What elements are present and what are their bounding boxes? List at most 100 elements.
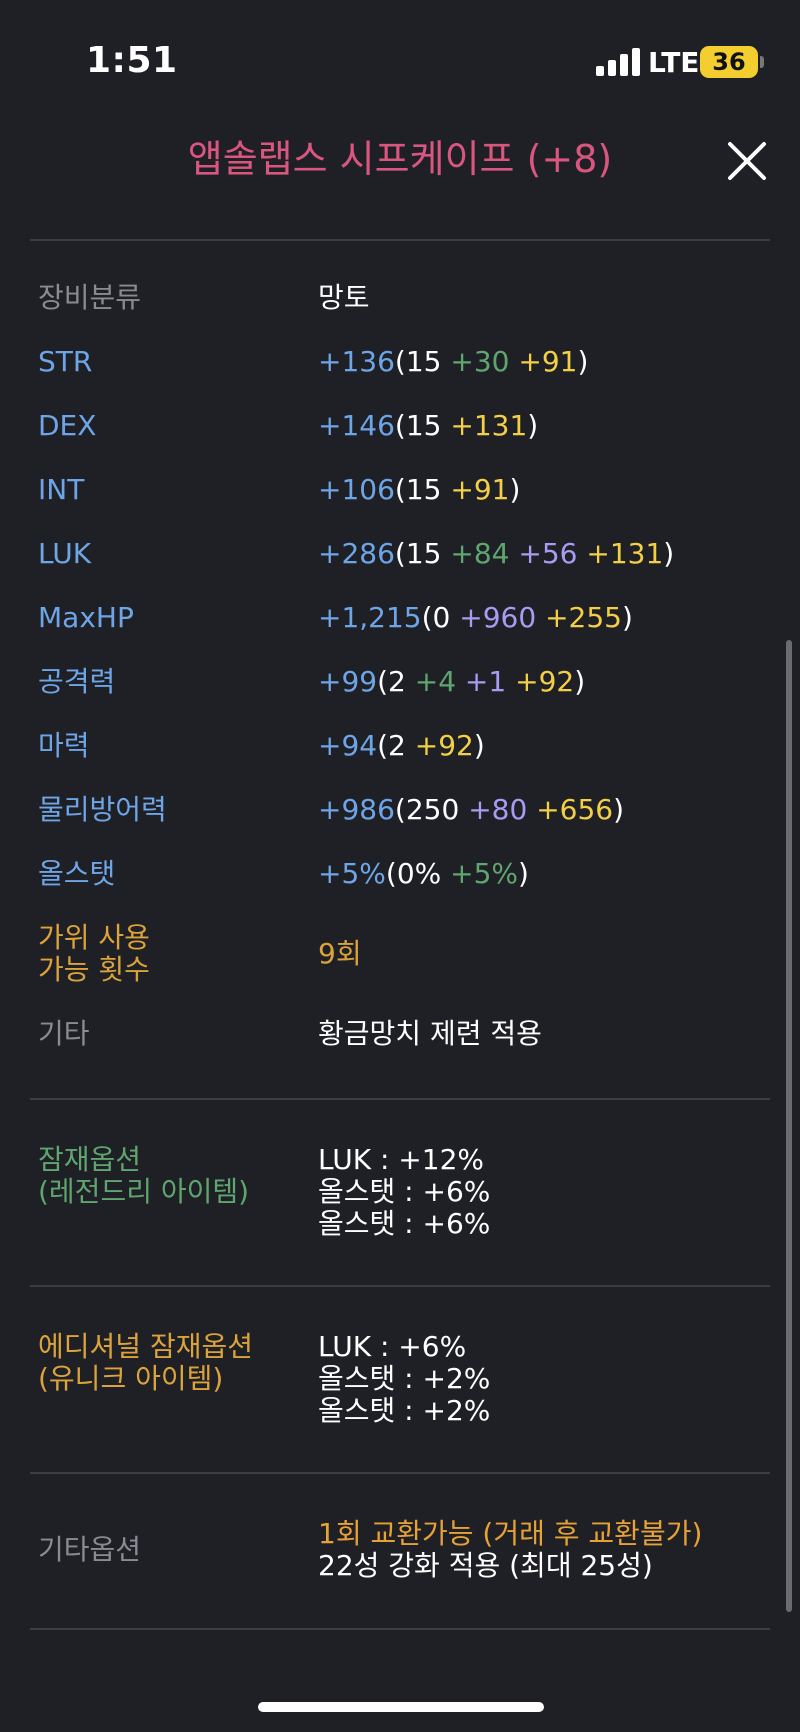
stat-value-segment: (15: [394, 473, 451, 506]
stat-value-segment: +94: [318, 729, 378, 762]
stat-value: +136(15 +30 +91): [318, 346, 588, 378]
additional-potential-line: 올스탯 : +2%: [318, 1362, 491, 1395]
stat-value-segment: +1,215: [318, 601, 422, 634]
stat-value-segment: [506, 665, 515, 698]
divider: [30, 239, 770, 241]
stat-label: MaxHP: [38, 601, 134, 634]
divider: [30, 1098, 770, 1100]
stat-value-segment: (0: [421, 601, 460, 634]
stat-label: 마력: [38, 729, 90, 762]
stat-value-segment: 9회: [318, 937, 362, 970]
stat-value: +286(15 +84 +56 +131): [318, 538, 674, 570]
potential-line: 올스탯 : +6%: [318, 1207, 491, 1240]
additional-potential-line: LUK : +6%: [318, 1330, 467, 1363]
stat-value-segment: +56: [518, 537, 578, 570]
additional-potential-label: 에디셔널 잠재옵션 (유니크 아이템): [38, 1330, 253, 1395]
stat-value: 황금망치 제련 적용: [318, 1018, 542, 1050]
stat-value-segment: +255: [545, 601, 622, 634]
stat-label: DEX: [38, 409, 97, 442]
exchange-info: 1회 교환가능 (거래 후 교환불가): [318, 1517, 703, 1550]
stat-value-segment: +146: [318, 409, 395, 442]
stat-value-segment: ): [473, 729, 485, 762]
divider: [30, 1472, 770, 1474]
stat-value-segment: +84: [450, 537, 510, 570]
stat-value-segment: [456, 665, 465, 698]
stat-label: LUK: [38, 537, 92, 570]
stat-label: STR: [38, 345, 93, 378]
stat-label: 기타: [38, 1017, 90, 1050]
stat-value: +106(15 +91): [318, 474, 520, 506]
stat-value-segment: +5%: [450, 857, 519, 890]
status-time: 1:51: [86, 40, 178, 81]
stat-value-segment: (0%: [385, 857, 451, 890]
stat-value: +5%(0% +5%): [318, 858, 529, 890]
stat-label: 공격력: [38, 665, 116, 698]
stat-value-segment: ): [577, 345, 589, 378]
stat-value-segment: 망토: [318, 281, 370, 314]
stat-value: +1,215(0 +960 +255): [318, 602, 633, 634]
stat-label: INT: [38, 473, 85, 506]
stat-value-segment: +136: [318, 345, 395, 378]
status-bar: 1:51 LTE 36: [0, 0, 800, 110]
stat-value-segment: (250: [394, 793, 469, 826]
stat-value-segment: 황금망치 제련 적용: [318, 1017, 542, 1050]
etc-options-label: 기타옵션: [38, 1533, 142, 1566]
stat-value-segment: +131: [450, 409, 528, 442]
stat-value-segment: (15: [394, 345, 451, 378]
stat-value-segment: (2: [377, 665, 415, 698]
potential-line: 올스탯 : +6%: [318, 1175, 491, 1208]
stat-value-segment: ): [527, 409, 539, 442]
stat-value-segment: (15: [394, 537, 451, 570]
stat-value-segment: ): [613, 793, 625, 826]
stat-label: 올스탯: [38, 857, 116, 890]
stat-value-segment: +986: [318, 793, 395, 826]
stat-value-segment: +91: [518, 345, 578, 378]
stat-value-segment: (2: [377, 729, 415, 762]
battery-icon: 36: [700, 46, 758, 78]
stat-value-segment: +106: [318, 473, 395, 506]
close-icon[interactable]: [722, 136, 772, 186]
network-label: LTE: [648, 46, 700, 79]
stat-value-segment: ): [518, 857, 529, 890]
stat-value-segment: +5%: [318, 857, 386, 890]
stat-value-segment: ): [574, 665, 586, 698]
stat-value-segment: +286: [318, 537, 395, 570]
home-indicator[interactable]: [258, 1702, 544, 1712]
stat-value: +99(2 +4 +1 +92): [318, 666, 585, 698]
divider: [30, 1285, 770, 1287]
stat-value-segment: +960: [459, 601, 537, 634]
stat-value-segment: [536, 601, 545, 634]
stat-value-segment: ): [621, 601, 633, 634]
stat-value: +146(15 +131): [318, 410, 538, 442]
signal-icon: [596, 48, 640, 76]
stat-value-segment: (15: [394, 409, 451, 442]
potential-label: 잠재옵션 (레전드리 아이템): [38, 1143, 250, 1208]
stat-value: +94(2 +92): [318, 730, 485, 762]
stat-value-segment: ): [509, 473, 521, 506]
battery-cap: [760, 56, 764, 68]
scrollbar[interactable]: [786, 640, 792, 1612]
stat-label: 물리방어력: [38, 793, 167, 826]
stat-value: 9회: [318, 938, 362, 970]
stat-value-segment: +131: [586, 537, 664, 570]
stat-value-segment: ): [663, 537, 675, 570]
stat-value-segment: +92: [414, 729, 474, 762]
stat-value: 망토: [318, 282, 370, 314]
potential-line: LUK : +12%: [318, 1143, 484, 1176]
divider: [30, 1628, 770, 1630]
additional-potential-line: 올스탯 : +2%: [318, 1394, 491, 1427]
star-force-info: 22성 강화 적용 (최대 25성): [318, 1549, 653, 1582]
stat-label: 장비분류: [38, 281, 142, 314]
stat-value-segment: [527, 793, 536, 826]
stat-value-segment: +4: [414, 665, 457, 698]
stat-value-segment: +1: [464, 665, 507, 698]
item-title: 앱솔랩스 시프케이프 (+8): [187, 137, 613, 181]
stat-value-segment: +99: [318, 665, 378, 698]
stat-value-segment: +80: [468, 793, 528, 826]
stat-value-segment: +92: [515, 665, 575, 698]
stat-value-segment: +91: [450, 473, 510, 506]
stat-value-segment: +30: [450, 345, 510, 378]
stat-value: +986(250 +80 +656): [318, 794, 624, 826]
stat-value-segment: +656: [536, 793, 614, 826]
stat-label: 가위 사용 가능 횟수: [38, 921, 150, 986]
